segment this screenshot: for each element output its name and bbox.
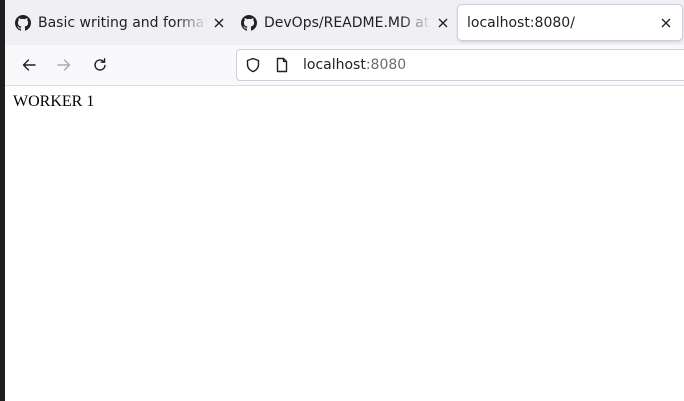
tab-title: localhost:8080/: [467, 14, 575, 31]
tab-title: DevOps/README.MD at main: [264, 14, 431, 31]
github-icon: [15, 14, 31, 31]
github-icon: [241, 14, 257, 31]
tab-title: Basic writing and formatting syntax: [38, 14, 207, 31]
close-icon[interactable]: [658, 15, 674, 31]
url-port: :8080: [365, 57, 407, 73]
reload-button[interactable]: [89, 54, 111, 76]
reload-icon: [94, 58, 106, 71]
url-text[interactable]: localhost:8080: [303, 57, 406, 73]
close-icon[interactable]: [211, 15, 227, 31]
tab-basic-writing[interactable]: Basic writing and formatting syntax: [11, 4, 227, 41]
close-icon[interactable]: [435, 15, 451, 31]
url-host: localhost: [303, 57, 366, 73]
tab-localhost[interactable]: localhost:8080/: [457, 4, 683, 41]
tab-devops-readme[interactable]: DevOps/README.MD at main: [235, 4, 451, 41]
arrow-left-icon: [22, 59, 36, 71]
nav-toolbar: localhost:8080: [5, 45, 684, 86]
page-content: WORKER 1: [5, 86, 684, 401]
arrow-right-icon: [57, 59, 71, 71]
tab-bar: Basic writing and formatting syntax DevO…: [5, 0, 684, 45]
address-bar[interactable]: localhost:8080: [236, 49, 684, 81]
shield-icon[interactable]: [245, 57, 261, 73]
worker-text: WORKER 1: [13, 93, 95, 110]
back-button[interactable]: [18, 54, 40, 76]
page-icon[interactable]: [275, 57, 289, 73]
forward-button[interactable]: [53, 54, 75, 76]
